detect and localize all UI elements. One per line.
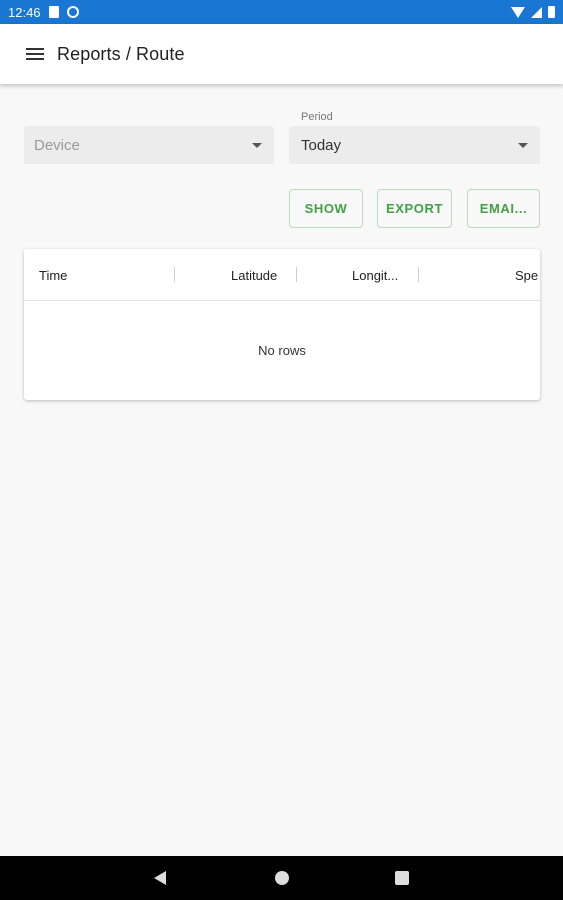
wifi-icon — [511, 6, 525, 18]
device-select[interactable]: Device — [24, 126, 274, 164]
table-header: Time Latitude Longit... Spe — [24, 249, 540, 301]
column-separator[interactable] — [296, 267, 297, 282]
chevron-down-icon — [518, 142, 528, 148]
column-separator[interactable] — [418, 267, 419, 282]
status-left: 12:46 — [8, 5, 79, 20]
period-label: Period — [301, 111, 333, 123]
recent-apps-icon[interactable] — [395, 871, 409, 885]
chevron-down-icon — [252, 142, 262, 148]
navigation-bar — [0, 856, 563, 900]
menu-icon[interactable] — [13, 32, 57, 76]
sync-icon — [66, 6, 79, 18]
home-icon[interactable] — [275, 871, 289, 885]
device-select-value: Device — [34, 136, 80, 154]
app-bar: Reports / Route — [0, 24, 563, 84]
menu-line — [26, 48, 44, 50]
back-icon[interactable] — [154, 871, 166, 885]
period-select[interactable]: Today — [289, 126, 540, 164]
report-table: Time Latitude Longit... Spe No rows — [24, 249, 540, 400]
export-button[interactable]: EXPORT — [377, 189, 452, 228]
column-header-longitude[interactable]: Longit... — [352, 249, 398, 301]
period-select-value: Today — [301, 136, 342, 154]
column-separator[interactable] — [174, 267, 175, 282]
show-button[interactable]: SHOW — [289, 189, 363, 228]
status-bar: 12:46 — [0, 0, 563, 24]
column-header-latitude[interactable]: Latitude — [231, 249, 277, 301]
signal-icon — [531, 6, 542, 18]
battery-icon — [548, 6, 555, 18]
empty-state: No rows — [258, 343, 306, 358]
status-time: 12:46 — [8, 4, 41, 20]
sd-card-icon — [48, 6, 59, 18]
menu-line — [26, 58, 44, 60]
page-title: Reports / Route — [57, 43, 185, 64]
email-button[interactable]: EMAI... — [467, 189, 540, 228]
column-header-speed[interactable]: Spe — [515, 249, 538, 301]
status-right — [511, 6, 555, 18]
column-header-time[interactable]: Time — [39, 249, 67, 301]
menu-line — [26, 53, 44, 55]
